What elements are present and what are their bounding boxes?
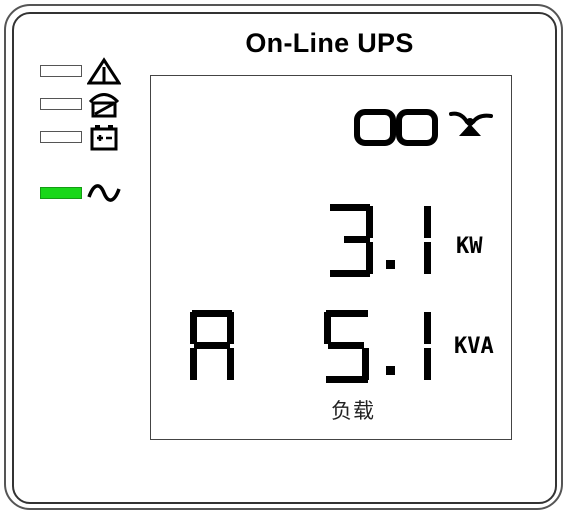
lcd-digit-power-frac: [424, 206, 431, 274]
indicator-ac-line: [40, 178, 122, 208]
led-ac-line: [40, 187, 82, 199]
unit-kva: KVA: [454, 334, 494, 359]
led-fault: [40, 65, 82, 77]
lcd-decimal-point-apparent: [386, 366, 395, 375]
ac-line-icon: [86, 178, 122, 208]
led-bypass: [40, 98, 82, 110]
bypass-icon: [86, 89, 122, 119]
lcd-prefix-a: [190, 310, 234, 380]
fan-icon: [449, 111, 493, 136]
battery-icon: [86, 122, 122, 152]
unit-kw: KW: [456, 234, 483, 259]
lcd-digit-apparent-int: [324, 310, 369, 383]
lcd-digit-apparent-frac: [424, 312, 431, 380]
led-battery: [40, 131, 82, 143]
warning-icon: [86, 56, 122, 86]
indicator-bypass: [40, 89, 122, 119]
device-title: On-Line UPS: [245, 28, 414, 58]
lcd-top-digits: [354, 109, 438, 146]
lcd-decimal-point-power: [386, 260, 395, 269]
lcd-digit-power-int: [330, 204, 373, 277]
indicator-fault: [40, 56, 122, 86]
load-label: 负载: [331, 399, 375, 423]
indicator-battery: [40, 122, 122, 152]
